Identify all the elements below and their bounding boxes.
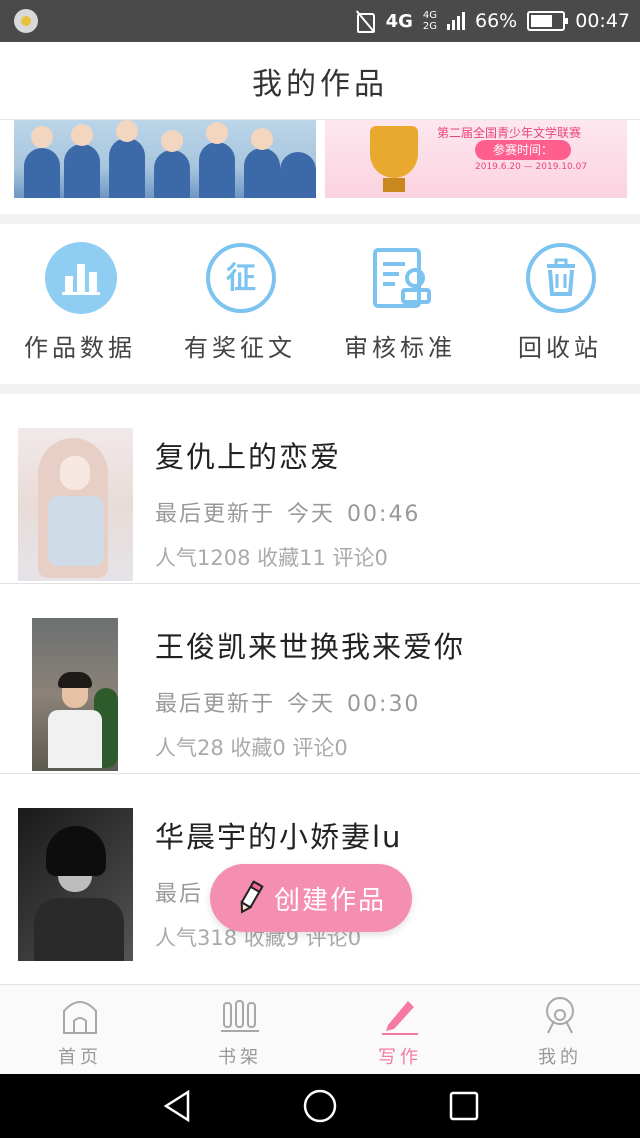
sim1-label: 4G xyxy=(422,10,437,21)
create-work-label: 创建作品 xyxy=(274,885,387,916)
tab-write[interactable]: 写作 xyxy=(320,985,480,1075)
trophy-icon xyxy=(370,126,418,178)
tab-bookshelf[interactable]: 书架 xyxy=(160,985,320,1075)
menu-label: 有奖征文 xyxy=(184,334,296,362)
trash-icon xyxy=(526,243,596,313)
create-work-button[interactable]: 创建作品 xyxy=(210,864,412,932)
menu-item-contest[interactable]: 征 有奖征文 xyxy=(160,224,320,384)
status-icons: 4G 4G 2G 66% 00:47 xyxy=(354,0,630,42)
pencil-icon xyxy=(240,880,264,914)
tab-label: 我的 xyxy=(538,1047,582,1068)
battery-icon xyxy=(527,11,569,31)
pen-icon xyxy=(382,1001,418,1035)
tab-label: 写作 xyxy=(378,1047,422,1068)
home-circle-icon[interactable] xyxy=(302,1088,338,1124)
banner-carousel[interactable]: 第二届全国青少年文学联赛 参赛时间： 2019.6.20 — 2019.10.0… xyxy=(0,120,640,214)
list-item[interactable]: 王俊凯来世换我来爱你 最后更新于 今天 00:30 人气28 收藏0 评论0 xyxy=(0,584,640,774)
work-update-time: 最后更新于 今天 00:30 xyxy=(155,686,432,718)
update-time: 00:46 xyxy=(347,502,421,527)
review-standard-icon xyxy=(373,248,431,308)
contest-icon: 征 xyxy=(206,243,276,313)
svg-text:征: 征 xyxy=(226,261,256,296)
dual-sim-labels: 4G 2G xyxy=(423,10,437,32)
notification-app-icon xyxy=(14,9,38,33)
work-title: 华晨宇的小娇妻lu xyxy=(155,820,403,854)
list-item[interactable]: 复仇上的恋爱 最后更新于 今天 00:46 人气1208 收藏11 评论0 xyxy=(0,394,640,584)
tab-home[interactable]: 首页 xyxy=(0,985,160,1075)
work-title: 复仇上的恋爱 xyxy=(155,440,342,474)
work-stats: 人气28 收藏0 评论0 xyxy=(155,736,348,760)
page-title: 我的作品 xyxy=(252,66,388,102)
status-bar: 4G 4G 2G 66% 00:47 xyxy=(0,0,640,42)
tab-profile[interactable]: 我的 xyxy=(480,985,640,1075)
work-cover-image xyxy=(18,808,133,961)
contest-banner[interactable]: 第二届全国青少年文学联赛 参赛时间： 2019.6.20 — 2019.10.0… xyxy=(325,120,627,198)
work-title: 王俊凯来世换我来爱你 xyxy=(155,630,466,664)
update-prefix: 最后更新于 xyxy=(155,502,276,527)
menu-item-trash[interactable]: 回收站 xyxy=(480,224,640,384)
work-cover-image xyxy=(18,428,133,581)
work-cover-image xyxy=(32,618,118,771)
update-prefix: 最后更新于 xyxy=(155,692,276,717)
tab-label: 首页 xyxy=(58,1047,102,1068)
bottom-tab-bar: 首页 书架 写作 我的 xyxy=(0,984,640,1074)
home-icon xyxy=(63,1001,97,1034)
sim2-label: 2G xyxy=(422,21,437,32)
menu-label: 审核标准 xyxy=(344,334,456,362)
network-type-label: 4G xyxy=(385,10,413,32)
work-update-time: 最后更新于 今天 00:46 xyxy=(155,496,432,528)
cast-photo-banner[interactable] xyxy=(14,120,316,198)
update-time: 00:30 xyxy=(347,692,421,717)
update-day: 今天 xyxy=(287,692,336,717)
update-prefix: 最后 xyxy=(155,882,204,907)
page-header: 我的作品 xyxy=(0,42,640,120)
menu-item-works-data[interactable]: 作品数据 xyxy=(0,224,160,384)
battery-percent: 66% xyxy=(475,10,518,32)
menu-item-review-standard[interactable]: 审核标准 xyxy=(320,224,480,384)
clock: 00:47 xyxy=(575,10,630,32)
recent-apps-icon[interactable] xyxy=(446,1088,482,1124)
contest-banner-title: 第二届全国青少年文学联赛 xyxy=(437,126,582,140)
tab-label: 书架 xyxy=(218,1047,262,1068)
update-day: 今天 xyxy=(287,502,336,527)
back-icon[interactable] xyxy=(160,1088,196,1124)
mute-icon xyxy=(354,10,376,33)
work-stats: 人气1208 收藏11 评论0 xyxy=(155,546,388,570)
signal-icon xyxy=(447,12,465,30)
work-update-time: 最后 xyxy=(155,876,215,908)
profile-icon xyxy=(546,997,574,1034)
contest-banner-date: 2019.6.20 — 2019.10.07 xyxy=(475,162,588,172)
menu-label: 回收站 xyxy=(518,334,602,362)
system-navigation-bar xyxy=(0,1074,640,1138)
menu-label: 作品数据 xyxy=(24,334,136,362)
quick-menu: 作品数据 征 有奖征文 审核标准 回收站 xyxy=(0,224,640,384)
bookshelf-icon xyxy=(221,1000,259,1032)
contest-banner-pill: 参赛时间： xyxy=(475,140,571,160)
chart-bars-icon xyxy=(45,242,117,314)
